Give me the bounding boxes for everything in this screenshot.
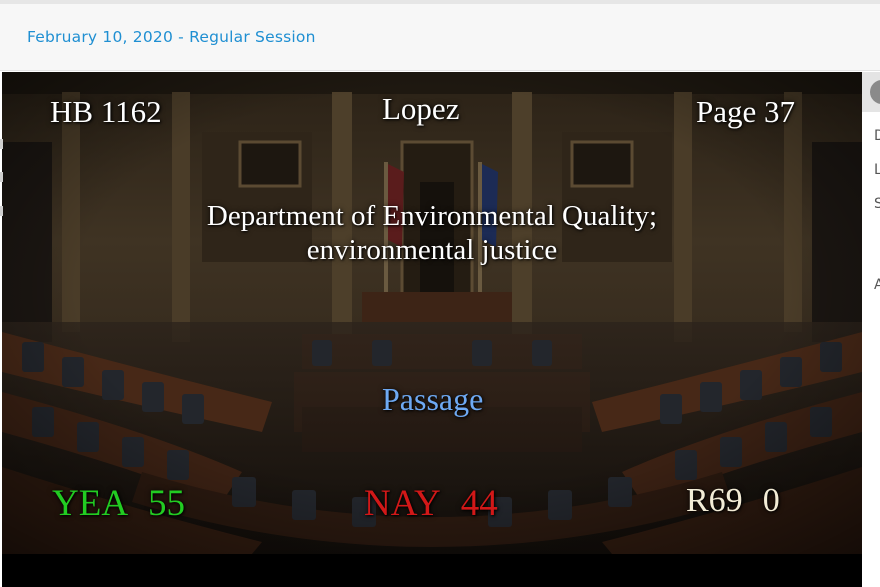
abstain-tally: R69 0 bbox=[686, 482, 780, 520]
bill-title-line-1: Department of Environmental Quality; bbox=[206, 200, 658, 232]
abstain-count: 0 bbox=[762, 482, 780, 519]
bill-title-line-2: environmental justice bbox=[306, 234, 558, 266]
page-header: February 10, 2020 - Regular Session bbox=[0, 4, 880, 71]
page-number: Page 37 bbox=[696, 94, 796, 129]
bill-patron: Lopez bbox=[382, 91, 460, 126]
yea-label: YEA bbox=[52, 483, 129, 524]
edge-marker bbox=[0, 139, 3, 149]
nay-tally: NAY 44 bbox=[364, 482, 498, 525]
yea-count: 55 bbox=[148, 483, 186, 524]
right-side-panel: D L S A bbox=[862, 72, 880, 587]
bill-number: HB 1162 bbox=[50, 94, 162, 129]
edge-marker bbox=[0, 172, 3, 182]
nay-label: NAY bbox=[364, 483, 441, 524]
abstain-label: R69 bbox=[686, 482, 743, 519]
clipped-text-l: L bbox=[874, 162, 880, 178]
bill-title: Department of Environmental Quality; env… bbox=[2, 199, 862, 267]
clipped-text-d: D bbox=[874, 128, 880, 144]
edge-marker bbox=[0, 206, 3, 216]
clipped-text-a: A bbox=[874, 277, 880, 293]
yea-tally: YEA 55 bbox=[52, 482, 185, 525]
clipped-text-s: S bbox=[874, 196, 880, 212]
video-letterbox bbox=[2, 554, 862, 587]
user-avatar-icon[interactable] bbox=[870, 80, 880, 104]
right-panel-header bbox=[862, 72, 880, 112]
session-title-link[interactable]: February 10, 2020 - Regular Session bbox=[27, 28, 316, 46]
vote-action: Passage bbox=[382, 381, 484, 417]
video-player[interactable]: HB 1162 Lopez Page 37 Department of Envi… bbox=[2, 72, 862, 587]
nay-count: 44 bbox=[460, 483, 498, 524]
